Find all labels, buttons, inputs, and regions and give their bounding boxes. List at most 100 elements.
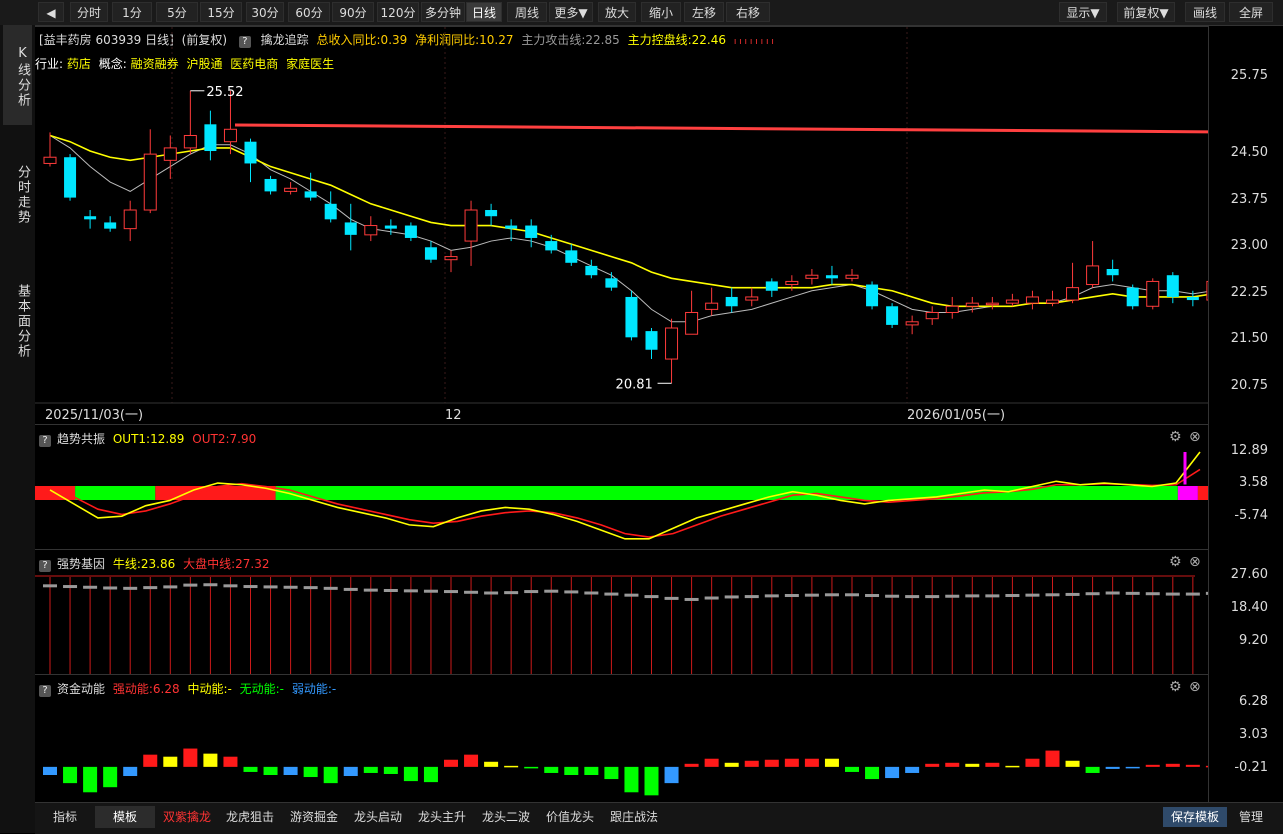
trend-panel[interactable]: ? 趋势共振 OUT1:12.89 OUT2:7.90 <box>35 424 1208 550</box>
candle-body <box>605 278 618 288</box>
gene-bull-mark <box>1005 594 1020 598</box>
fullscreen-button[interactable]: 全屏 <box>1229 2 1273 22</box>
gene-bull-mark <box>1085 592 1100 596</box>
fund-bar <box>444 759 458 767</box>
price-panel[interactable]: [益丰药房 603939 日线] (前复权) ? 擒龙追踪 总收入同比:0.39… <box>35 26 1208 425</box>
gear-icon[interactable]: ⚙ <box>1169 429 1182 445</box>
close-icon[interactable]: ⊗ <box>1189 679 1201 695</box>
gene-bull-mark <box>604 592 619 596</box>
candle-body <box>625 296 638 338</box>
fund-axis: 6.28 3.03 -0.21 <box>1208 674 1283 802</box>
template-item[interactable]: 双紫擒龙 <box>163 808 211 825</box>
fund-bar <box>684 763 699 767</box>
period-button[interactable]: 周线 <box>507 2 547 22</box>
gene-bull-mark <box>383 588 398 592</box>
tab-kline[interactable]: K线分析 <box>3 25 32 125</box>
fund-bar <box>123 766 138 777</box>
period-button[interactable]: 更多▼ <box>549 2 593 22</box>
gene-bull-mark <box>1185 592 1200 596</box>
period-button[interactable]: 右移 <box>726 2 770 22</box>
trend-out2-line <box>49 468 1201 538</box>
period-button[interactable]: 放大 <box>598 2 636 22</box>
period-button[interactable]: 120分 <box>377 2 419 22</box>
tab-intraday[interactable]: 分时走势 <box>3 145 32 245</box>
adjust-menu[interactable]: 前复权▼ <box>1117 2 1175 22</box>
price-axis: 25.75 24.50 23.75 23.00 22.25 21.50 20.75 <box>1208 26 1283 424</box>
fund-bar <box>143 754 158 767</box>
fund-bar <box>243 766 258 772</box>
axis-tick-label: 25.75 <box>1230 67 1268 83</box>
candle-body <box>965 302 979 307</box>
period-button[interactable]: 日线 <box>466 2 502 22</box>
fund-bar <box>744 760 759 767</box>
gene-bull-mark <box>123 586 138 590</box>
candle-body <box>765 281 778 291</box>
candle-body <box>1126 287 1139 307</box>
gene-bull-mark <box>524 590 539 594</box>
template-item[interactable]: 龙虎狙击 <box>226 808 274 825</box>
candle-body <box>565 250 578 263</box>
display-menu[interactable]: 显示▼ <box>1059 2 1107 22</box>
template-item[interactable]: 龙头二波 <box>482 808 530 825</box>
gene-axis: 27.60 18.40 9.20 <box>1208 549 1283 674</box>
close-icon[interactable]: ⊗ <box>1189 429 1201 445</box>
gear-icon[interactable]: ⚙ <box>1169 679 1182 695</box>
save-template-button[interactable]: 保存模板 <box>1163 807 1227 827</box>
period-button[interactable]: 1分 <box>112 2 152 22</box>
axis-tick-label: 27.60 <box>1230 567 1268 582</box>
gene-chart[interactable] <box>35 550 1208 675</box>
period-button[interactable]: 30分 <box>246 2 284 22</box>
axis-tick-label: -0.21 <box>1234 760 1268 775</box>
fund-bar <box>544 766 559 773</box>
fund-panel[interactable]: ? 资金动能 强动能:6.28 中动能:- 无动能:- 弱动能:- <box>35 674 1208 803</box>
manage-button[interactable]: 管理 <box>1239 808 1263 825</box>
close-icon[interactable]: ⊗ <box>1189 554 1201 570</box>
candle-body <box>866 284 879 307</box>
gear-icon[interactable]: ⚙ <box>1169 554 1182 570</box>
high-label: 25.52 <box>206 85 243 100</box>
fund-bar <box>644 766 659 796</box>
period-button[interactable]: 90分 <box>332 2 374 22</box>
fund-chart[interactable] <box>35 675 1208 803</box>
period-button[interactable]: 多分钟 <box>421 2 465 22</box>
tab-fundamental[interactable]: 基本面分析 <box>3 261 32 381</box>
period-button[interactable]: 5分 <box>156 2 198 22</box>
trend-axis: 12.89 3.58 -5.74 <box>1208 424 1283 549</box>
fund-bar <box>43 766 57 775</box>
candlestick-chart[interactable]: 25.52 20.81 2025/11/03(一) 12 2026/01/05(一) <box>35 27 1208 425</box>
template-item[interactable]: 价值龙头 <box>546 808 594 825</box>
candle-body <box>123 209 137 230</box>
template-item[interactable]: 龙头主升 <box>418 808 466 825</box>
back-button[interactable]: ◀ <box>38 2 64 22</box>
trend-chart[interactable] <box>35 425 1208 550</box>
period-button[interactable]: 缩小 <box>641 2 681 22</box>
fund-bar <box>865 766 880 780</box>
gene-panel[interactable]: ? 强势基因 牛线:23.86 大盘中线:27.32 <box>35 549 1208 675</box>
candle-body <box>525 225 538 238</box>
fund-bar <box>363 766 378 773</box>
template-item[interactable]: 游资掘金 <box>290 808 338 825</box>
gene-bull-mark <box>263 585 278 589</box>
fund-bar <box>604 766 619 780</box>
date-label: 2026/01/05(一) <box>907 408 1005 423</box>
trend-band-segment <box>1177 486 1198 500</box>
fund-bar <box>524 766 539 769</box>
period-button[interactable]: 分时 <box>70 2 108 22</box>
gene-bull-mark <box>63 585 78 589</box>
candle-body <box>163 147 177 161</box>
gene-bull-mark <box>223 584 238 588</box>
draw-button[interactable]: 画线 <box>1185 2 1225 22</box>
period-button[interactable]: 60分 <box>288 2 330 22</box>
gene-bull-mark <box>824 593 839 597</box>
template-item[interactable]: 龙头启动 <box>354 808 402 825</box>
period-button[interactable]: 左移 <box>684 2 724 22</box>
candle-body <box>344 222 357 235</box>
tab-template[interactable]: 模板 <box>113 808 137 825</box>
candle-body <box>324 203 337 220</box>
period-button[interactable]: 15分 <box>200 2 242 22</box>
tab-indicator[interactable]: 指标 <box>53 808 77 825</box>
axis-tick-label: 9.20 <box>1239 633 1268 648</box>
gene-bull-mark <box>1045 593 1060 597</box>
candle-body <box>685 311 699 335</box>
template-item[interactable]: 跟庄战法 <box>610 808 658 825</box>
